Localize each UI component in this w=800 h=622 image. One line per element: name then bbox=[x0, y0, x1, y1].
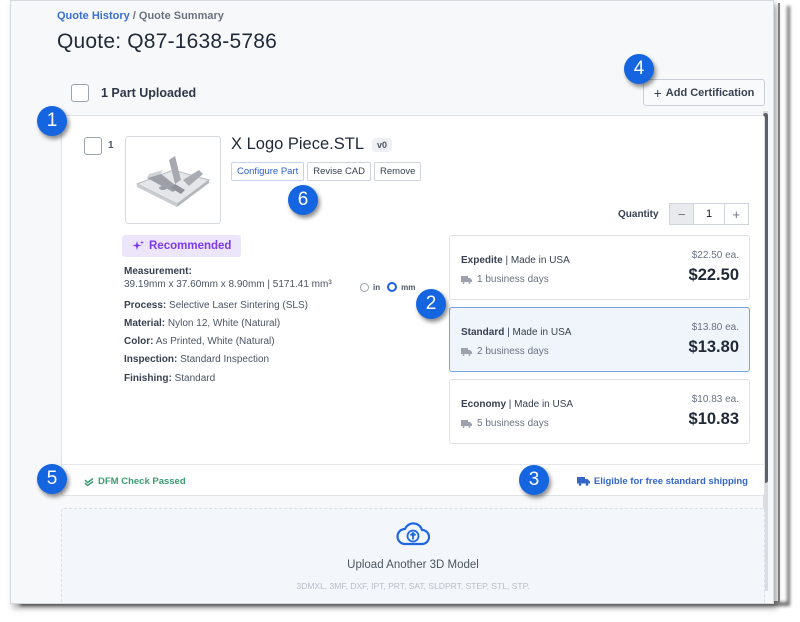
version-badge: v0 bbox=[372, 137, 393, 152]
increment-button[interactable]: + bbox=[725, 204, 748, 224]
quantity-label: Quantity bbox=[618, 209, 659, 220]
add-certification-button[interactable]: + Add Certification bbox=[643, 79, 765, 106]
spec-inspection: Inspection: Standard Inspection bbox=[124, 354, 269, 365]
option-title: Economy | Made in USA bbox=[461, 399, 574, 410]
callout-5: 5 bbox=[37, 464, 67, 494]
breadcrumb-quote-history[interactable]: Quote History bbox=[57, 10, 130, 22]
measurement-value: 39.19mm x 37.60mm x 8.90mm | 5171.41 mm³ bbox=[124, 279, 332, 290]
spec-label: Material: bbox=[124, 318, 166, 329]
option-total-price: $13.80 bbox=[688, 338, 739, 356]
parts-header: 1 Part Uploaded bbox=[71, 81, 196, 105]
lead-time-option-economy[interactable]: Economy | Made in USA 5 business days $1… bbox=[449, 379, 750, 444]
callout-3: 3 bbox=[519, 465, 549, 495]
remove-button[interactable]: Remove bbox=[374, 162, 422, 181]
part-card: 1 X Logo Piece.STL v0 Configure Part Rev… bbox=[61, 115, 765, 496]
part-thumbnail[interactable] bbox=[125, 136, 221, 224]
unit-radio-mm[interactable] bbox=[387, 282, 398, 292]
add-certification-label: Add Certification bbox=[665, 86, 755, 99]
spec-process: Process: Selective Laser Sintering (SLS) bbox=[124, 300, 308, 311]
free-shipping-text: Eligible for free standard shipping bbox=[593, 476, 748, 487]
dfm-status-text: DFM Check Passed bbox=[98, 476, 186, 487]
unit-label-in: in bbox=[373, 282, 381, 292]
truck-icon bbox=[461, 419, 472, 428]
unit-radio-in[interactable] bbox=[360, 282, 369, 292]
option-days: 2 business days bbox=[461, 346, 549, 357]
option-unit-price: $10.83 ea. bbox=[691, 394, 739, 405]
option-days: 5 business days bbox=[461, 418, 549, 429]
plus-icon: + bbox=[653, 84, 662, 101]
quote-summary-page: Quote History / Quote Summary Quote: Q87… bbox=[10, 0, 774, 604]
part-3d-preview-icon bbox=[135, 156, 211, 207]
part-select-checkbox[interactable] bbox=[84, 137, 102, 155]
cloud-upload-icon bbox=[396, 522, 430, 546]
spec-color: Color: As Printed, White (Natural) bbox=[124, 336, 275, 347]
truck-icon bbox=[461, 347, 472, 356]
callout-4: 4 bbox=[624, 54, 654, 84]
recommended-label: Recommended bbox=[149, 240, 232, 252]
spec-material: Material: Nylon 12, White (Natural) bbox=[124, 318, 280, 329]
option-origin: Made in USA bbox=[512, 327, 572, 338]
select-all-checkbox[interactable] bbox=[71, 84, 89, 102]
option-origin: Made in USA bbox=[510, 255, 570, 266]
spec-finishing: Finishing: Standard bbox=[124, 373, 215, 384]
decrement-button[interactable]: − bbox=[670, 204, 694, 224]
callout-6: 6 bbox=[288, 185, 318, 215]
dfm-status[interactable]: DFM Check Passed bbox=[84, 476, 186, 487]
upload-formats: 3DMXL, 3MF, DXF, IPT, PRT, SAT, SLDPRT, … bbox=[296, 581, 530, 591]
option-unit-price: $22.50 ea. bbox=[691, 250, 739, 261]
option-days-text: 2 business days bbox=[477, 346, 549, 357]
option-days: 1 business days bbox=[461, 274, 549, 285]
lead-time-option-expedite[interactable]: Expedite | Made in USA 1 business days $… bbox=[449, 235, 750, 300]
lead-time-option-standard[interactable]: Standard | Made in USA 2 business days $… bbox=[449, 307, 750, 372]
spec-value: Standard Inspection bbox=[180, 354, 270, 365]
callout-1: 1 bbox=[37, 106, 67, 136]
part-file-name[interactable]: X Logo Piece.STL bbox=[231, 135, 364, 154]
option-name: Expedite bbox=[461, 255, 503, 266]
recommended-badge: Recommended bbox=[122, 235, 242, 257]
measurement-label: Measurement: bbox=[124, 266, 192, 277]
option-origin: Made in USA bbox=[514, 399, 574, 410]
option-title: Standard | Made in USA bbox=[461, 327, 572, 338]
spec-label: Finishing: bbox=[124, 373, 172, 384]
spec-value: As Printed, White (Natural) bbox=[155, 336, 275, 347]
option-unit-price: $13.80 ea. bbox=[691, 322, 739, 333]
option-total-price: $10.83 bbox=[688, 410, 739, 428]
part-actions: Configure Part Revise CAD Remove bbox=[231, 162, 422, 181]
spec-label: Inspection: bbox=[124, 354, 178, 365]
breadcrumb-separator: / bbox=[129, 10, 139, 22]
breadcrumb: Quote History / Quote Summary bbox=[57, 10, 224, 22]
unit-label-mm: mm bbox=[401, 282, 416, 292]
option-days-text: 5 business days bbox=[477, 418, 549, 429]
unit-toggle: in mm bbox=[360, 282, 415, 292]
spec-label: Process: bbox=[124, 300, 167, 311]
revise-cad-button[interactable]: Revise CAD bbox=[307, 162, 372, 181]
option-days-text: 1 business days bbox=[477, 274, 549, 285]
parts-uploaded-label: 1 Part Uploaded bbox=[101, 86, 197, 100]
quantity-stepper: − 1 + bbox=[669, 203, 749, 225]
option-name: Economy bbox=[461, 399, 507, 410]
truck-icon bbox=[461, 275, 472, 284]
option-total-price: $22.50 bbox=[688, 266, 739, 284]
upload-title: Upload Another 3D Model bbox=[347, 559, 479, 571]
option-name: Standard bbox=[461, 327, 505, 338]
quantity-input[interactable]: 1 bbox=[693, 204, 725, 224]
part-index: 1 bbox=[108, 140, 114, 151]
breadcrumb-current: Quote Summary bbox=[138, 10, 224, 22]
part-name: X Logo Piece.STL v0 bbox=[231, 135, 393, 154]
spec-value: Selective Laser Sintering (SLS) bbox=[169, 300, 308, 311]
upload-dropzone[interactable]: Upload Another 3D Model 3DMXL, 3MF, DXF,… bbox=[61, 508, 765, 603]
page-title: Quote: Q87-1638-5786 bbox=[57, 30, 277, 53]
part-card-footer: DFM Check Passed Eligible for free stand… bbox=[62, 464, 764, 496]
spec-value: Standard bbox=[174, 373, 216, 384]
measurement-heading: Measurement: bbox=[124, 266, 192, 277]
spec-label: Color: bbox=[124, 336, 154, 347]
spec-value: Nylon 12, White (Natural) bbox=[167, 318, 281, 329]
callout-2: 2 bbox=[416, 289, 446, 319]
free-shipping-note[interactable]: Eligible for free standard shipping bbox=[576, 476, 748, 487]
configure-part-button[interactable]: Configure Part bbox=[231, 162, 305, 181]
double-check-icon bbox=[84, 477, 94, 486]
option-title: Expedite | Made in USA bbox=[461, 255, 570, 266]
sparkle-icon bbox=[132, 240, 144, 250]
shipping-truck-icon bbox=[576, 477, 590, 486]
